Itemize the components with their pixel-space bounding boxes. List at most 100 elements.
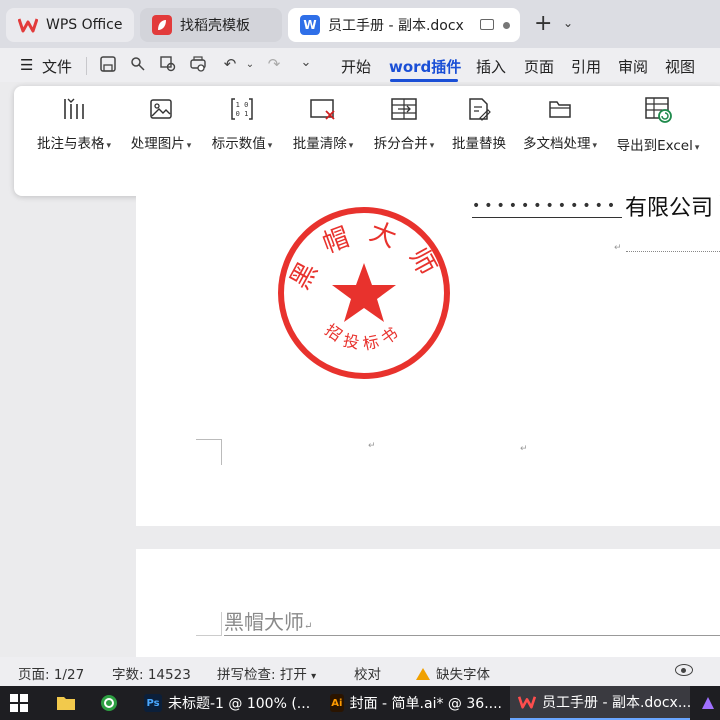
caret-down-icon: ▾ [348, 141, 354, 151]
page-corner-mark [196, 612, 222, 636]
tab-label: 找稻壳模板 [180, 18, 250, 34]
photoshop-icon: Ps [144, 694, 162, 712]
word-count[interactable]: 字数: 14523 [112, 663, 191, 683]
ribbon-label: 导出到Excel [616, 138, 693, 154]
ribbon-label: 标示数值 [211, 136, 266, 152]
menu-page[interactable]: 页面 [524, 56, 554, 77]
caret-down-icon: ▾ [592, 141, 598, 151]
file-explorer-icon[interactable] [56, 686, 78, 720]
link-icon[interactable] [128, 55, 148, 75]
status-bar: 页面: 1/27 字数: 14523 拼写检查: 打开 ▾ 校对 缺失字体 [0, 657, 720, 686]
caret-down-icon: ▾ [694, 143, 700, 153]
image-icon [150, 99, 172, 119]
company-name-placeholder: •••••••••••• [472, 198, 622, 218]
ribbon-process-images[interactable]: 处理图片 ▾ [126, 96, 196, 156]
seal-bottom-text: 招投标书 [322, 320, 401, 354]
ribbon-multi-doc[interactable]: 多文档处理 ▾ [519, 96, 601, 156]
ribbon-comments-tables[interactable]: 批注与表格 ▾ [32, 96, 116, 156]
new-tab-plus-icon[interactable]: + [534, 12, 552, 36]
document-page-2[interactable] [136, 549, 720, 657]
svg-text:招投标书: 招投标书 [322, 320, 407, 354]
redo-icon[interactable]: ↷ [264, 55, 284, 75]
column-insert-icon [64, 98, 84, 119]
illustrator-icon: Ai [330, 694, 344, 712]
caret-down-icon: ▾ [186, 141, 192, 151]
windows-start-icon[interactable] [10, 686, 34, 720]
undo-icon[interactable]: ↶ [220, 55, 240, 75]
taskbar-wps-document[interactable]: 员工手册 - 副本.docx... [510, 686, 690, 720]
svg-text:0 1: 0 1 [236, 110, 249, 118]
taskbar-photoshop[interactable]: Ps 未标题-1 @ 100% (... [140, 686, 316, 720]
footer-text: 黑帽大师 [224, 610, 304, 634]
page-indicator[interactable]: 页面: 1/27 [18, 663, 84, 683]
ribbon-split-merge[interactable]: 拆分合并 ▾ [369, 96, 439, 156]
header-rule-line [224, 635, 720, 636]
taskbar-label: 未标题-1 @ 100% (... [168, 696, 311, 712]
paragraph-mark: ↵ [520, 444, 528, 454]
caret-down-icon: ▾ [267, 141, 273, 151]
clear-box-icon [310, 99, 335, 120]
print-preview-icon[interactable] [188, 55, 208, 75]
menu-word-plugin[interactable]: word插件 [389, 56, 461, 77]
wps-logo-icon [518, 693, 536, 711]
menu-references[interactable]: 引用 [571, 56, 601, 77]
ribbon-label: 拆分合并 [373, 136, 428, 152]
company-suffix-text: 有限公司 [625, 196, 714, 221]
ribbon-label: 处理图片 [130, 136, 185, 152]
page-corner-mark [196, 439, 222, 465]
caret-down-icon: ▾ [311, 671, 317, 682]
ribbon-label: 多文档处理 [522, 136, 591, 152]
excel-export-icon [645, 97, 672, 123]
menu-insert[interactable]: 插入 [476, 56, 506, 77]
ribbon-batch-replace[interactable]: 批量替换 [449, 96, 509, 156]
spellcheck-label: 拼写检查: 打开 [217, 667, 307, 683]
dotted-leader-line [626, 251, 720, 252]
ribbon-label: 批量替换 [452, 136, 506, 152]
divider [86, 57, 87, 75]
app-green-icon[interactable] [100, 686, 122, 720]
taskbar-label: 员工手册 - 副本.docx... [542, 695, 690, 711]
header-footer-text: 黑帽大师↵ [224, 606, 312, 635]
spellcheck-toggle[interactable]: 拼写检查: 打开 ▾ [217, 663, 316, 683]
missing-font-label: 缺失字体 [436, 667, 490, 683]
ribbon-batch-clear[interactable]: 批量清除 ▾ [288, 96, 358, 156]
more-chevron-icon[interactable]: ⌄ [296, 55, 316, 75]
ribbon-export-excel[interactable]: 导出到Excel ▾ [612, 96, 704, 156]
title-tab-bar: WPS Office 找稻壳模板 W 员工手册 - 副本.docx + ⌄ [0, 0, 720, 48]
menu-home[interactable]: 开始 [341, 56, 371, 77]
monitor-icon[interactable] [480, 19, 494, 30]
menu-view[interactable]: 视图 [665, 56, 695, 77]
company-seal-stamp: 黑帽大师 招投标书 [274, 205, 454, 389]
undo-dropdown-icon[interactable]: ⌄ [240, 59, 260, 79]
number-bracket-icon: 1 0 0 1 [231, 98, 253, 120]
eye-icon[interactable] [675, 664, 693, 676]
menu-file[interactable]: 文件 [42, 56, 72, 77]
missing-font-button[interactable]: 缺失字体 [416, 663, 490, 683]
paragraph-mark: ↵ [304, 621, 313, 632]
paragraph-mark: ↵ [368, 441, 376, 451]
tab-label: 员工手册 - 副本.docx [328, 18, 464, 34]
paragraph-mark: ↵ [614, 243, 622, 253]
taskbar-illustrator[interactable]: Ai 封面 - 简单.ai* @ 36.... [326, 686, 502, 720]
save-icon[interactable] [98, 55, 118, 75]
app-purple-icon[interactable] [700, 686, 720, 720]
word-doc-icon: W [300, 15, 320, 35]
split-merge-icon [391, 98, 417, 120]
daoke-logo-icon [152, 15, 172, 35]
unsaved-dot-icon[interactable] [503, 22, 510, 29]
proofread-button[interactable]: 校对 [354, 663, 381, 683]
chevron-down-icon[interactable]: ⌄ [563, 16, 573, 30]
caret-down-icon: ▾ [429, 141, 435, 151]
ribbon-mark-values[interactable]: 1 0 0 1 标示数值 ▾ [207, 96, 277, 156]
folder-icon [549, 101, 571, 118]
hamburger-menu-icon[interactable]: ☰ [20, 56, 33, 74]
menu-review[interactable]: 审阅 [618, 56, 648, 77]
tab-document[interactable]: W 员工手册 - 副本.docx [288, 8, 520, 42]
find-icon[interactable] [158, 55, 178, 75]
tab-daoke-templates[interactable]: 找稻壳模板 [140, 8, 282, 42]
tab-label: WPS Office [46, 17, 123, 33]
wps-logo-icon [18, 15, 38, 35]
replace-edit-icon [469, 98, 491, 121]
tab-wps-office[interactable]: WPS Office [6, 8, 134, 42]
ribbon-label: 批量清除 [292, 136, 347, 152]
